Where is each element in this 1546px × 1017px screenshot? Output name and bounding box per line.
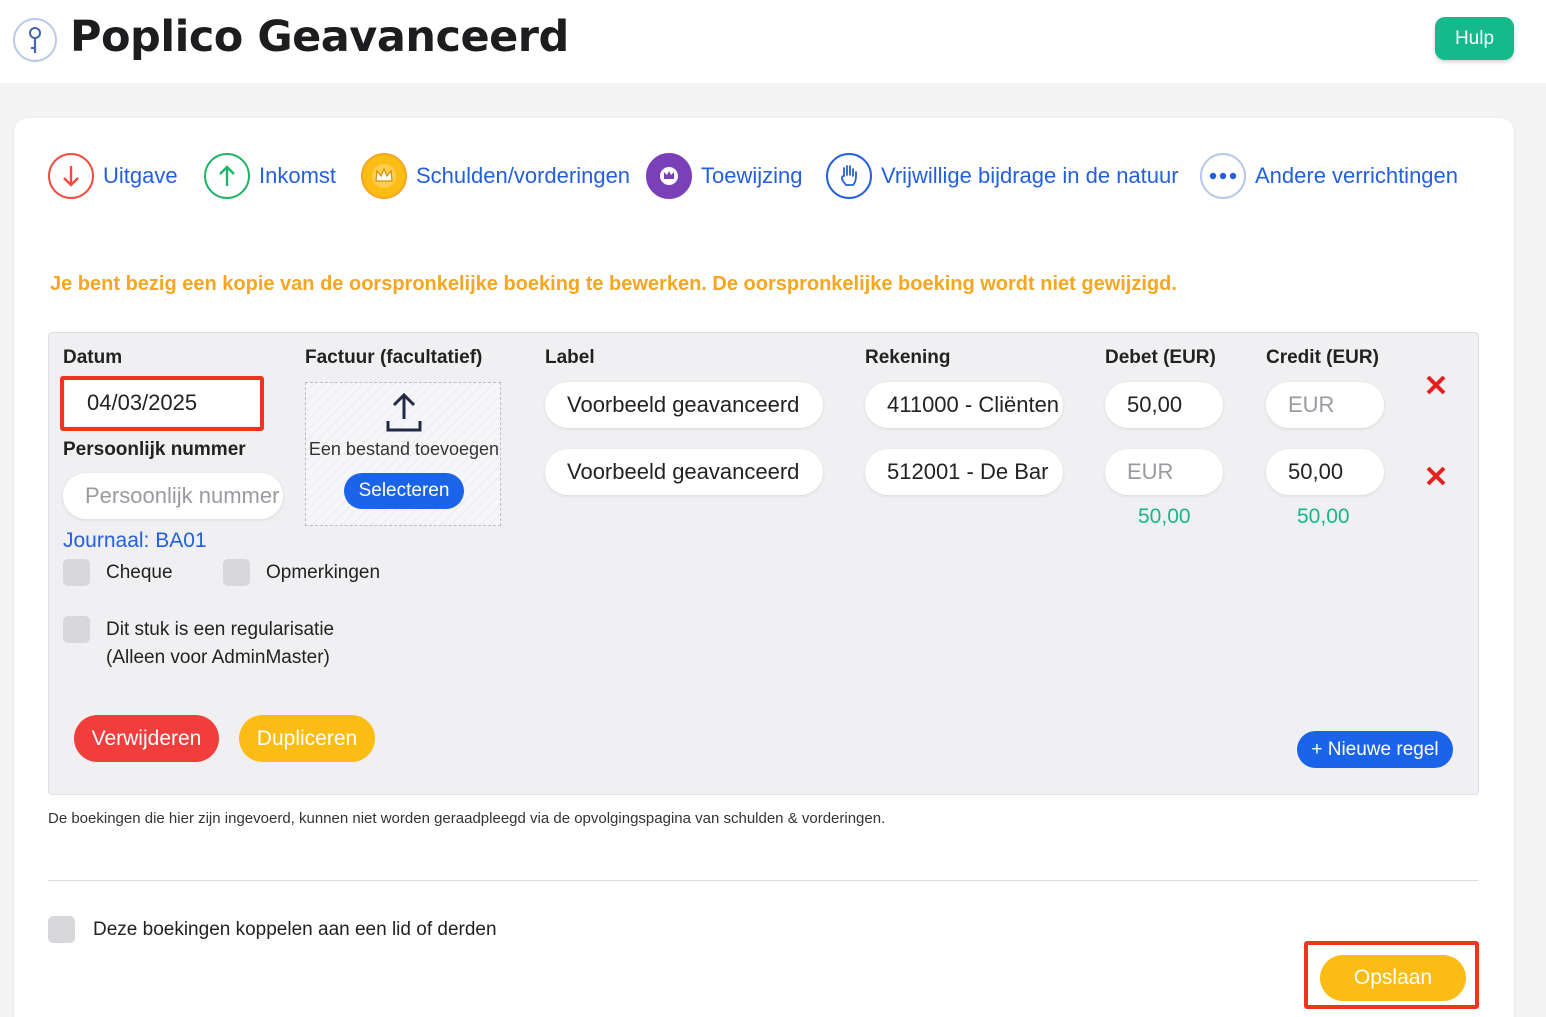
type-label: Uitgave xyxy=(103,163,178,188)
remove-row-icon[interactable] xyxy=(1422,371,1450,399)
type-label: Inkomst xyxy=(259,163,337,188)
personal-number-input[interactable]: Persoonlijk nummer xyxy=(63,473,283,519)
journal-link[interactable]: Journaal: BA01 xyxy=(63,529,207,553)
new-line-button[interactable]: + Nieuwe regel xyxy=(1297,731,1453,768)
type-inkomst[interactable]: Inkomst xyxy=(204,152,336,200)
help-button[interactable]: Hulp xyxy=(1435,17,1514,60)
regularisation-label: Dit stuk is een regularisatie xyxy=(106,619,335,640)
entry-card: Uitgave Inkomst Schulden/vorderingen Toe… xyxy=(14,118,1514,1017)
cheque-label: Cheque xyxy=(106,562,173,583)
type-label: Toewijzing xyxy=(701,163,803,188)
invoice-header: Factuur (facultatief) xyxy=(305,347,483,368)
total-debit: 50,00 xyxy=(1138,505,1191,528)
remarks-checkbox[interactable] xyxy=(223,559,250,586)
crown-icon xyxy=(361,153,407,199)
save-button[interactable]: Opslaan xyxy=(1320,955,1466,1001)
upload-text: Een bestand toevoegen xyxy=(308,439,500,459)
regularisation-sublabel: (Alleen voor AdminMaster) xyxy=(106,647,330,668)
type-toewijzing[interactable]: Toewijzing xyxy=(646,152,803,200)
duplicate-button[interactable]: Dupliceren xyxy=(239,715,375,762)
arrow-down-icon xyxy=(48,153,94,199)
row-account-select[interactable]: 512001 - De Bar xyxy=(865,449,1063,495)
type-label: Vrijwillige bijdrage in de natuur xyxy=(881,163,1179,188)
debit-header: Debet (EUR) xyxy=(1105,347,1216,368)
type-vrijwillige-bijdrage[interactable]: Vrijwillige bijdrage in de natuur xyxy=(826,152,1179,200)
upload-icon xyxy=(385,391,423,438)
delete-button[interactable]: Verwijderen xyxy=(74,715,219,762)
copy-warning: Je bent bezig een kopie van de oorspronk… xyxy=(50,273,1177,295)
remarks-label: Opmerkingen xyxy=(266,562,381,583)
row-credit-input[interactable]: EUR xyxy=(1266,382,1384,428)
row-debit-input[interactable]: 50,00 xyxy=(1105,382,1223,428)
footnote: De boekingen die hier zijn ingevoerd, ku… xyxy=(48,810,886,827)
link-member-label: Deze boekingen koppelen aan een lid of d… xyxy=(93,919,497,940)
transaction-type-bar: Uitgave Inkomst Schulden/vorderingen Toe… xyxy=(48,152,1468,200)
row-account-select[interactable]: 411000 - Cliënten xyxy=(865,382,1063,428)
type-andere-verrichtingen[interactable]: Andere verrichtingen xyxy=(1200,152,1458,200)
link-member-checkbox[interactable] xyxy=(48,916,75,943)
row-credit-input[interactable]: 50,00 xyxy=(1266,449,1384,495)
arrow-up-icon xyxy=(204,153,250,199)
account-header: Rekening xyxy=(865,347,951,368)
more-dots-icon xyxy=(1200,153,1246,199)
cheque-checkbox[interactable] xyxy=(63,559,90,586)
row-debit-input[interactable]: EUR xyxy=(1105,449,1223,495)
top-bar: Poplico Geavanceerd Hulp xyxy=(0,0,1546,83)
row-label-input[interactable]: Voorbeeld geavanceerd xyxy=(545,449,823,495)
app-title: Poplico Geavanceerd xyxy=(70,12,569,62)
type-uitgave[interactable]: Uitgave xyxy=(48,152,178,200)
divider xyxy=(48,880,1479,881)
assign-icon xyxy=(646,153,692,199)
label-header: Label xyxy=(545,347,595,368)
type-label: Andere verrichtingen xyxy=(1255,163,1459,188)
row-label-input[interactable]: Voorbeeld geavanceerd xyxy=(545,382,823,428)
type-schulden-vorderingen[interactable]: Schulden/vorderingen xyxy=(361,152,630,200)
remove-row-icon[interactable] xyxy=(1422,462,1450,490)
select-file-button[interactable]: Selecteren xyxy=(344,473,464,509)
invoice-upload-zone[interactable]: Een bestand toevoegen Selecteren xyxy=(305,382,501,526)
credit-header: Credit (EUR) xyxy=(1266,347,1379,368)
regularisation-checkbox[interactable] xyxy=(63,616,90,643)
personal-number-label: Persoonlijk nummer xyxy=(63,439,246,460)
entry-panel: Datum Factuur (facultatief) Label Rekeni… xyxy=(48,332,1479,795)
hand-icon xyxy=(826,153,872,199)
total-credit: 50,00 xyxy=(1297,505,1350,528)
date-highlight xyxy=(60,376,264,431)
type-label: Schulden/vorderingen xyxy=(416,163,631,188)
app-logo-icon xyxy=(13,18,57,62)
date-header: Datum xyxy=(63,347,123,368)
